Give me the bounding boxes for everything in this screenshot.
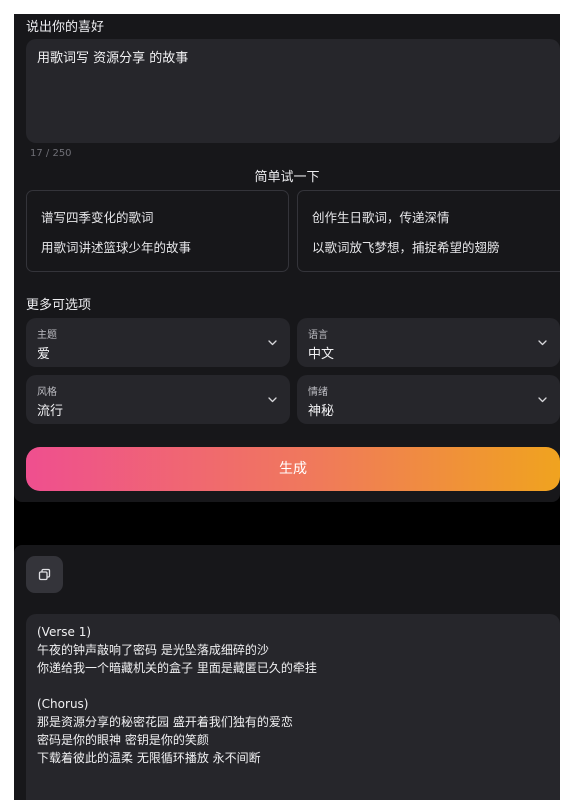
copy-icon (38, 568, 51, 581)
verse-title: (Verse 1) (37, 625, 92, 639)
suggestion-card-right: 创作生日歌词，传递深情 以歌词放飞梦想，捕捉希望的翅膀 (297, 190, 560, 272)
stanza-gap (37, 677, 549, 695)
theme-label: 主题 (37, 330, 57, 341)
style-value: 流行 (37, 404, 64, 419)
suggestion-item[interactable]: 用歌词讲述篮球少年的故事 (41, 237, 191, 256)
language-value: 中文 (308, 347, 335, 362)
mood-label: 情绪 (308, 387, 328, 398)
suggestion-item[interactable]: 谱写四季变化的歌词 (41, 207, 154, 226)
chorus-title: (Chorus) (37, 697, 89, 711)
mood-value: 神秘 (308, 404, 335, 419)
lyric-line: 那是资源分享的秘密花园 盛开着我们独有的爱恋 (37, 715, 293, 729)
lyrics-output: (Verse 1) 午夜的钟声敲响了密码 是光坠落成细碎的沙 你递给我一个暗藏机… (26, 614, 560, 800)
chevron-down-icon (268, 340, 277, 346)
char-counter: 17 / 250 (30, 148, 72, 159)
copy-button[interactable] (26, 556, 63, 593)
prompt-label: 说出你的喜好 (26, 20, 105, 35)
lyric-line: 下载着彼此的温柔 无限循环播放 永不间断 (37, 751, 261, 765)
style-select[interactable]: 风格 流行 (26, 375, 290, 424)
chevron-down-icon (538, 397, 547, 403)
suggestion-card-left: 谱写四季变化的歌词 用歌词讲述篮球少年的故事 (26, 190, 289, 272)
app-frame: 说出你的喜好 用歌词写 资源分享 的故事 17 / 250 简单试一下 谱写四季… (14, 14, 560, 800)
suggestion-item[interactable]: 以歌词放飞梦想，捕捉希望的翅膀 (312, 237, 500, 256)
lyrics-result-panel: (Verse 1) 午夜的钟声敲响了密码 是光坠落成细碎的沙 你递给我一个暗藏机… (14, 545, 560, 800)
prompt-input[interactable]: 用歌词写 资源分享 的故事 (26, 39, 560, 143)
lyric-line: 你递给我一个暗藏机关的盒子 里面是藏匿已久的牵挂 (37, 661, 317, 675)
theme-value: 爱 (37, 347, 51, 362)
language-select[interactable]: 语言 中文 (297, 318, 560, 367)
mood-select[interactable]: 情绪 神秘 (297, 375, 560, 424)
theme-select[interactable]: 主题 爱 (26, 318, 290, 367)
chevron-down-icon (538, 340, 547, 346)
generate-button[interactable]: 生成 (26, 447, 560, 491)
prompt-input-value: 用歌词写 资源分享 的故事 (37, 51, 189, 66)
language-label: 语言 (308, 330, 328, 341)
lyric-line: 午夜的钟声敲响了密码 是光坠落成细碎的沙 (37, 643, 269, 657)
suggestion-item[interactable]: 创作生日歌词，传递深情 (312, 207, 450, 226)
more-options-label: 更多可选项 (26, 298, 92, 313)
lyric-line: 密码是你的眼神 密钥是你的笑颜 (37, 733, 209, 747)
style-label: 风格 (37, 387, 57, 398)
chevron-down-icon (268, 397, 277, 403)
lyrics-form-panel: 说出你的喜好 用歌词写 资源分享 的故事 17 / 250 简单试一下 谱写四季… (14, 14, 560, 502)
suggestions-title: 简单试一下 (254, 170, 320, 185)
